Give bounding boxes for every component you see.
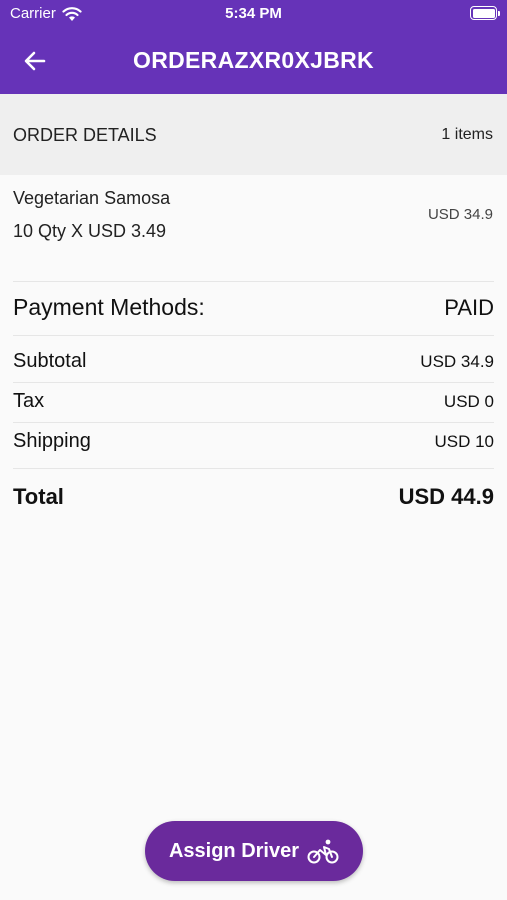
subtotal-value: USD 34.9 <box>420 352 494 371</box>
bicycle-icon <box>307 839 339 864</box>
payment-method-label: Payment Methods: <box>13 294 205 320</box>
battery-icon <box>470 6 500 20</box>
list-item: Vegetarian Samosa 10 Qty X USD 3.49 USD … <box>0 175 507 281</box>
page-title: ORDERAZXR0XJBRK <box>133 47 374 73</box>
payment-status: PAID <box>444 295 494 320</box>
tax-row: Tax USD 0 <box>13 390 494 413</box>
subtotal-row: Subtotal USD 34.9 <box>13 350 494 373</box>
item-name: Vegetarian Samosa <box>13 188 171 208</box>
order-details-header: ORDER DETAILS 1 items <box>0 94 507 175</box>
shipping-row: Shipping USD 10 <box>13 430 494 453</box>
total-value: USD 44.9 <box>398 484 494 509</box>
divider <box>13 468 494 469</box>
order-details-title: ORDER DETAILS <box>13 125 157 145</box>
assign-driver-button[interactable]: Assign Driver <box>145 821 363 881</box>
divider <box>13 335 494 336</box>
payment-method-row: Payment Methods: PAID <box>13 294 494 321</box>
shipping-label: Shipping <box>13 430 91 452</box>
item-count: 1 items <box>441 126 493 143</box>
divider <box>13 382 494 383</box>
subtotal-label: Subtotal <box>13 350 87 372</box>
divider <box>13 422 494 423</box>
app-bar: Carrier 5:34 PM ORDERAZXR0XJBRK <box>0 0 507 94</box>
total-row: Total USD 44.9 <box>13 484 494 510</box>
total-label: Total <box>13 484 64 509</box>
divider <box>13 281 494 282</box>
shipping-value: USD 10 <box>434 432 494 451</box>
tax-label: Tax <box>13 390 45 412</box>
status-time: 5:34 PM <box>225 5 282 22</box>
item-quantity: 10 Qty X USD 3.49 <box>13 221 167 241</box>
tax-value: USD 0 <box>443 392 494 411</box>
assign-driver-label: Assign Driver <box>168 839 300 862</box>
status-bar: Carrier 5:34 PM <box>0 0 507 28</box>
item-price: USD 34.9 <box>427 206 493 223</box>
